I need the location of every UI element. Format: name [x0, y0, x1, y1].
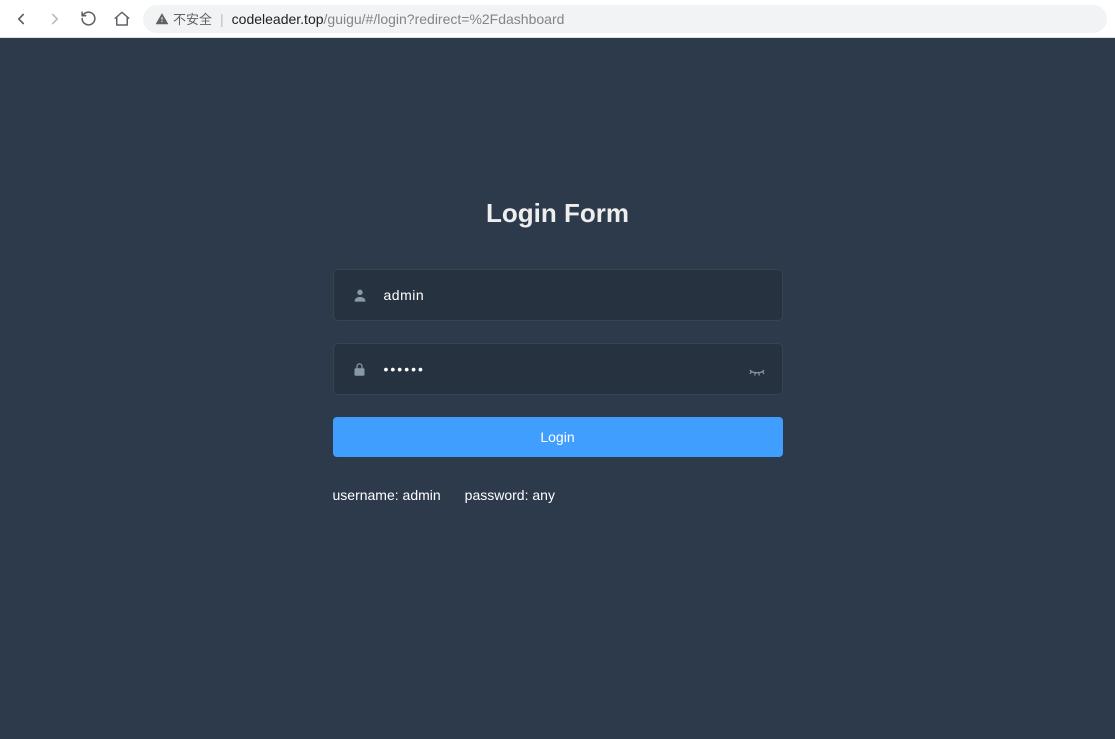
- address-separator: |: [220, 11, 224, 27]
- security-label-text: 不安全: [173, 9, 212, 28]
- password-field-wrapper: [333, 343, 783, 395]
- url-host: codeleader.top: [232, 11, 324, 27]
- nav-buttons: [8, 10, 131, 28]
- reload-button[interactable]: [80, 10, 97, 27]
- browser-toolbar: 不安全 | codeleader.top/guigu/#/login?redir…: [0, 0, 1115, 38]
- warning-icon: [155, 12, 169, 26]
- username-input[interactable]: [370, 287, 766, 303]
- password-input[interactable]: [370, 361, 748, 377]
- back-button[interactable]: [12, 10, 30, 28]
- tip-password: password: any: [465, 487, 555, 503]
- eye-closed-icon[interactable]: [748, 360, 766, 378]
- security-indicator: 不安全: [155, 9, 212, 28]
- forward-button[interactable]: [46, 10, 64, 28]
- login-tips: username: admin password: any: [333, 487, 783, 503]
- user-icon: [350, 287, 370, 303]
- page-body: Login Form Login username: admin passwor…: [0, 38, 1115, 739]
- url-text: codeleader.top/guigu/#/login?redirect=%2…: [232, 11, 565, 27]
- login-title: Login Form: [333, 198, 783, 229]
- address-bar[interactable]: 不安全 | codeleader.top/guigu/#/login?redir…: [143, 5, 1107, 33]
- url-path: /guigu/#/login?redirect=%2Fdashboard: [324, 11, 565, 27]
- tip-username: username: admin: [333, 487, 441, 503]
- lock-icon: [350, 362, 370, 377]
- username-field-wrapper: [333, 269, 783, 321]
- home-button[interactable]: [113, 10, 131, 28]
- login-form: Login Form Login username: admin passwor…: [333, 198, 783, 739]
- login-button[interactable]: Login: [333, 417, 783, 457]
